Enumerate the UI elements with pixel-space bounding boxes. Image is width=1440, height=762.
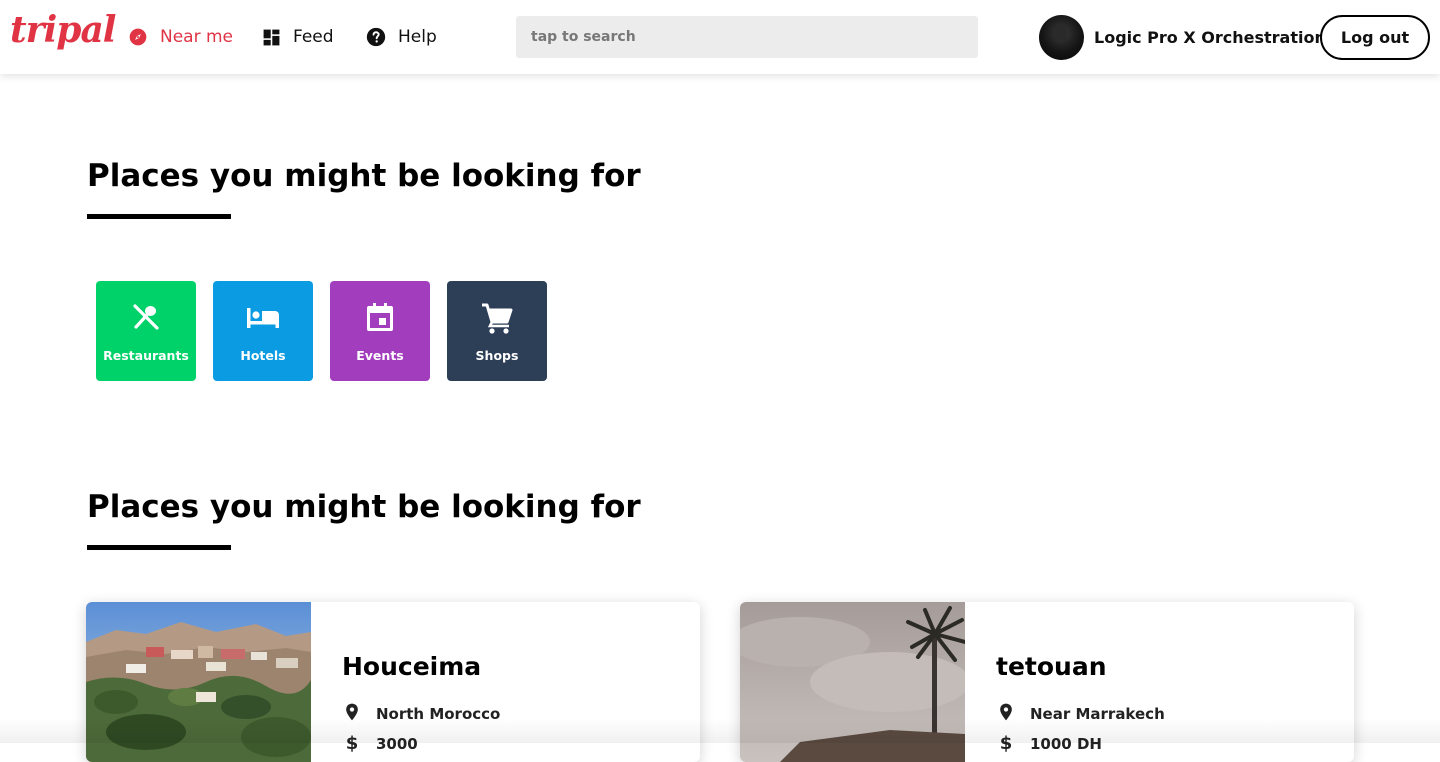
- dashboard-icon: [262, 28, 281, 47]
- category-shops[interactable]: Shops: [447, 281, 547, 381]
- search-input[interactable]: [516, 16, 978, 58]
- nav-near-me-label: Near me: [160, 27, 234, 47]
- top-navbar: tripal Near me Feed Help Logic Pro X Orc…: [0, 0, 1440, 74]
- tripal-logo[interactable]: tripal: [10, 8, 116, 52]
- hotel-bed-icon: [245, 281, 281, 337]
- calendar-icon: [364, 281, 396, 337]
- nav-feed-label: Feed: [293, 27, 334, 47]
- category-label: Events: [356, 348, 404, 363]
- scroll-fade: [0, 718, 1440, 743]
- category-restaurants[interactable]: Restaurants: [96, 281, 196, 381]
- nav-near-me[interactable]: Near me: [128, 25, 233, 49]
- nav-feed[interactable]: Feed: [262, 25, 334, 49]
- category-events[interactable]: Events: [330, 281, 430, 381]
- help-icon: [366, 27, 386, 47]
- title-underline: [87, 214, 231, 219]
- logout-button[interactable]: Log out: [1320, 15, 1430, 60]
- avatar[interactable]: [1039, 15, 1084, 60]
- nav-help[interactable]: Help: [366, 25, 437, 49]
- compass-icon: [128, 27, 148, 47]
- title-underline: [87, 545, 231, 550]
- category-hotels[interactable]: Hotels: [213, 281, 313, 381]
- places-section-title: Places you might be looking for: [87, 489, 641, 525]
- categories-section-title: Places you might be looking for: [87, 158, 641, 194]
- category-label: Restaurants: [103, 348, 189, 363]
- shopping-cart-icon: [480, 281, 514, 339]
- category-label: Hotels: [240, 348, 286, 363]
- user-profile[interactable]: Logic Pro X Orchestration: [1039, 15, 1326, 60]
- user-name: Logic Pro X Orchestration: [1094, 28, 1326, 47]
- restaurant-icon: [130, 281, 162, 337]
- category-label: Shops: [475, 348, 519, 363]
- place-title: tetouan: [996, 652, 1107, 681]
- place-title: Houceima: [342, 652, 482, 681]
- nav-help-label: Help: [398, 27, 437, 47]
